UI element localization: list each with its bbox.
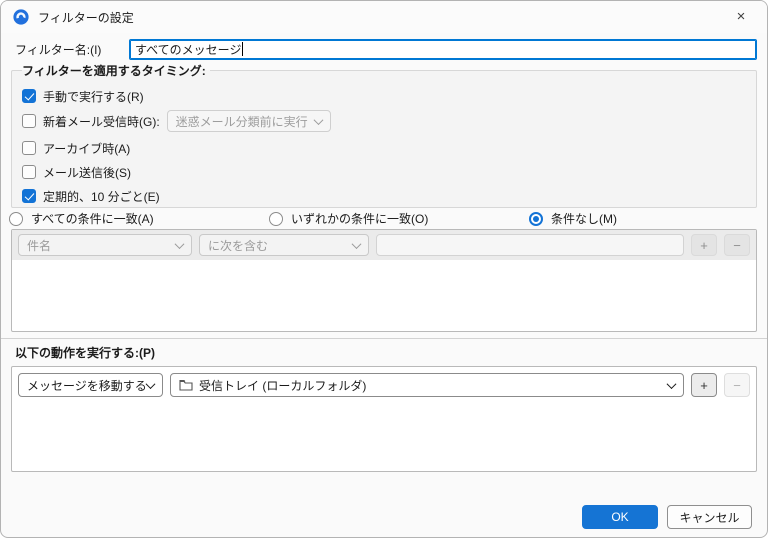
actions-label: 以下の動作を実行する:(P) [15, 346, 155, 360]
condition-value-input [376, 234, 684, 256]
ok-button[interactable]: OK [582, 505, 658, 529]
action-type-value: メッセージを移動する [27, 378, 147, 393]
checkbox-new-mail-label: 新着メール受信時(G): [43, 114, 160, 129]
checkbox-after-send-label: メール送信後(S) [43, 165, 131, 180]
window-title: フィルターの設定 [38, 10, 134, 25]
checkbox-periodic-label: 定期的、10 分ごと(E) [43, 189, 160, 204]
checkbox-new-mail[interactable] [22, 114, 36, 128]
chevron-down-icon [313, 114, 324, 125]
title-bar: フィルターの設定 × [1, 1, 767, 33]
junk-classification-value: 迷惑メール分類前に実行 [175, 114, 308, 129]
condition-operator-dropdown: に次を含む [199, 234, 369, 256]
checkbox-periodic[interactable] [22, 189, 36, 203]
checkbox-manual-run-label: 手動で実行する(R) [43, 89, 144, 104]
timing-row-periodic: 定期的、10 分ごと(E) [20, 187, 748, 205]
radio-match-none-circle[interactable] [529, 211, 543, 226]
action-row: メッセージを移動する 受信トレイ (ローカルフォルダ) + − [18, 373, 750, 397]
condition-remove-button: − [724, 234, 750, 256]
filter-settings-dialog: フィルターの設定 × フィルター名:(I) すべてのメッセージ フィルターを適用… [0, 0, 768, 538]
chevron-down-icon [174, 238, 185, 249]
actions-list: メッセージを移動する 受信トレイ (ローカルフォルダ) + − [11, 366, 757, 472]
folder-icon [179, 379, 193, 391]
checkbox-archive[interactable] [22, 141, 36, 155]
condition-operator-value: に次を含む [208, 238, 269, 253]
timing-row-manual: 手動で実行する(R) [20, 87, 748, 105]
radio-match-none-label: 条件なし(M) [551, 212, 617, 226]
chevron-down-icon [145, 378, 156, 389]
thunderbird-logo-icon [13, 9, 29, 25]
apply-timing-group: フィルターを適用するタイミング: 手動で実行する(R) 新着メール受信時(G):… [11, 62, 757, 208]
cancel-button[interactable]: キャンセル [667, 505, 752, 529]
chevron-down-icon [351, 238, 362, 249]
timing-row-new-mail: 新着メール受信時(G): 迷惑メール分類前に実行 [20, 109, 748, 133]
action-target-folder-dropdown[interactable]: 受信トレイ (ローカルフォルダ) [170, 373, 684, 397]
filter-name-input[interactable]: すべてのメッセージ [129, 38, 757, 60]
action-type-dropdown[interactable]: メッセージを移動する [18, 373, 163, 397]
apply-timing-legend: フィルターを適用するタイミング: [22, 64, 206, 78]
condition-add-button: + [691, 234, 717, 256]
condition-row: 件名 に次を含む + − [12, 230, 756, 260]
checkbox-after-send[interactable] [22, 165, 36, 179]
checkbox-archive-label: アーカイブ時(A) [43, 141, 131, 156]
match-type-row: すべての条件に一致(A) いずれかの条件に一致(O) 条件なし(M) [1, 208, 767, 229]
radio-match-any[interactable]: いずれかの条件に一致(O) [269, 210, 529, 227]
text-caret [242, 42, 244, 56]
radio-match-all-label: すべての条件に一致(A) [31, 212, 154, 226]
checkbox-manual-run[interactable] [22, 89, 36, 103]
radio-match-none[interactable]: 条件なし(M) [529, 210, 617, 227]
junk-classification-dropdown: 迷惑メール分類前に実行 [166, 110, 331, 132]
radio-match-all[interactable]: すべての条件に一致(A) [9, 210, 269, 227]
filter-name-label: フィルター名:(I) [15, 42, 102, 57]
conditions-list: 件名 に次を含む + − [11, 229, 757, 332]
action-remove-button: − [724, 373, 750, 397]
filter-name-row: フィルター名:(I) すべてのメッセージ [15, 38, 757, 60]
action-add-button[interactable]: + [691, 373, 717, 397]
section-divider [1, 338, 767, 339]
radio-match-all-circle[interactable] [9, 211, 23, 226]
timing-row-after-send: メール送信後(S) [20, 163, 748, 181]
action-target-folder-value: 受信トレイ (ローカルフォルダ) [199, 378, 367, 393]
close-icon[interactable]: × [727, 3, 755, 31]
radio-match-any-circle[interactable] [269, 211, 283, 226]
timing-row-archive: アーカイブ時(A) [20, 139, 748, 157]
condition-field-value: 件名 [27, 238, 52, 253]
dialog-footer: OK キャンセル [1, 505, 752, 529]
radio-match-any-label: いずれかの条件に一致(O) [291, 212, 429, 226]
condition-field-dropdown: 件名 [18, 234, 192, 256]
chevron-down-icon [666, 378, 677, 389]
filter-name-value: すべてのメッセージ [135, 42, 242, 57]
